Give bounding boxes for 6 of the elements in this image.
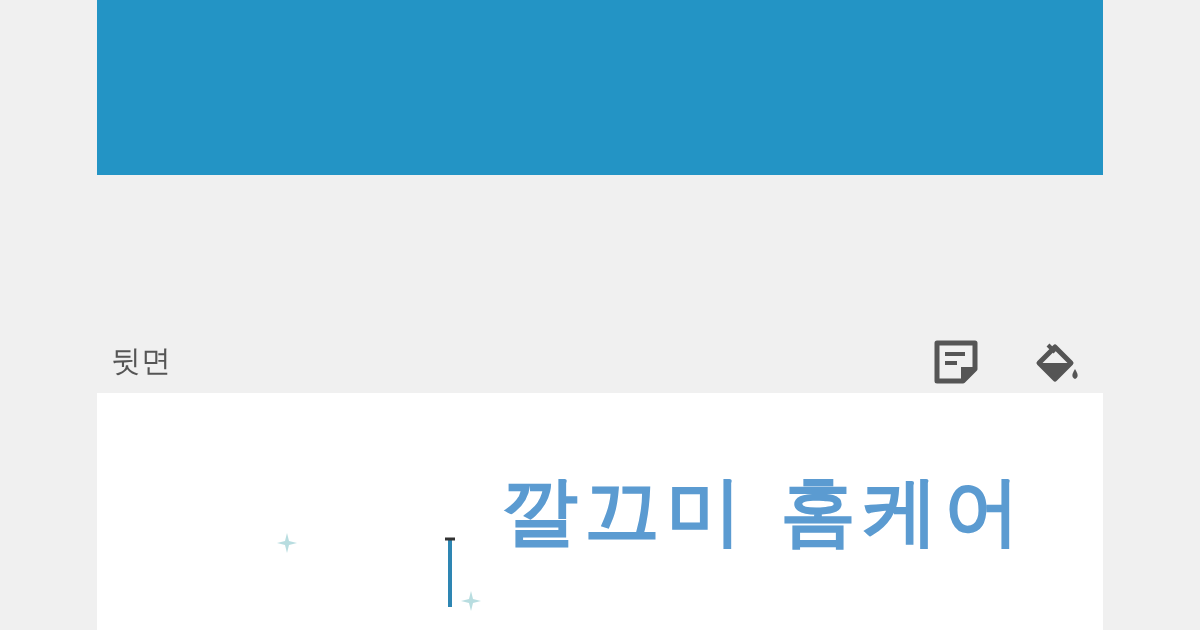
sparkle-icon <box>277 533 297 553</box>
note-icon[interactable] <box>933 338 979 385</box>
sparkle-icon <box>461 591 481 611</box>
back-side-label: 뒷면 <box>111 342 172 380</box>
card-title: 깔끄미 홈케어 <box>502 473 1027 549</box>
pole-drawing <box>444 537 456 607</box>
